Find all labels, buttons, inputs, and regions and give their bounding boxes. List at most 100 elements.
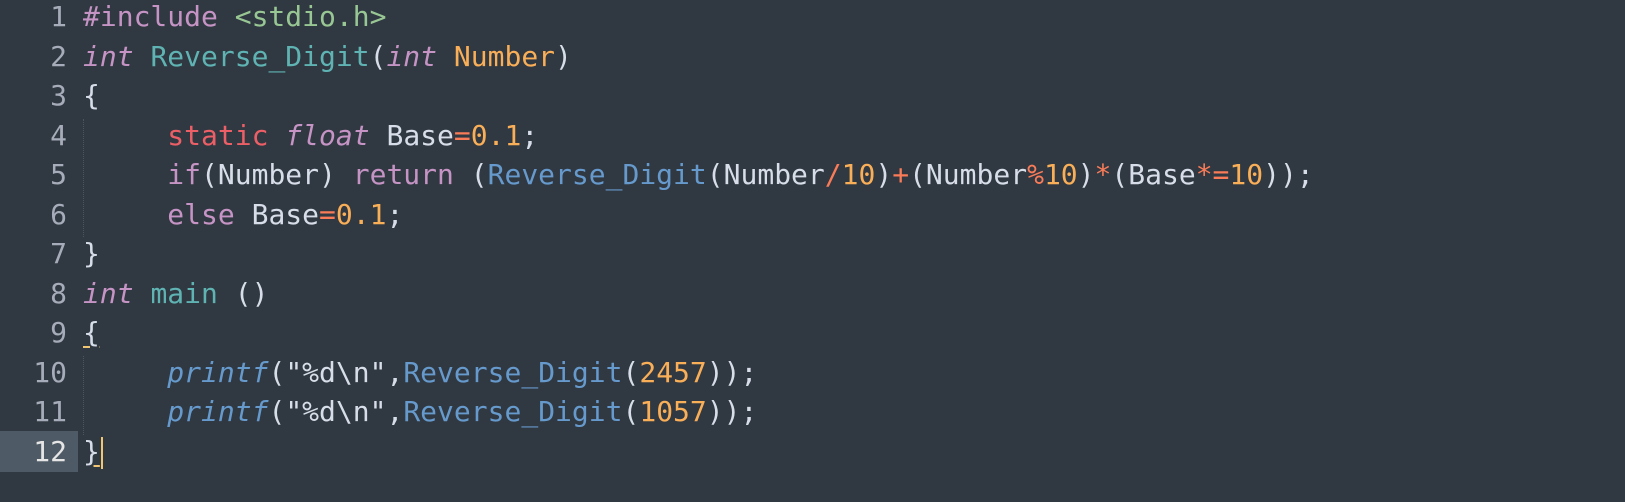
code-token: ; xyxy=(386,197,404,231)
code-text[interactable]: if(Number) return (Reverse_Digit(Number/… xyxy=(78,154,1314,195)
line-number: 5 xyxy=(50,158,67,191)
code-text[interactable]: static float Base=0.1; xyxy=(78,115,538,156)
code-token: 10 xyxy=(1229,158,1264,191)
code-token: 0.1 xyxy=(335,197,387,231)
code-token: else xyxy=(167,197,235,231)
code-token: main xyxy=(150,276,218,310)
code-token: = xyxy=(453,118,471,152)
text-cursor xyxy=(100,436,103,469)
code-token: *= xyxy=(1195,158,1230,191)
code-line[interactable]: 5 if(Number) return (Reverse_Digit(Numbe… xyxy=(0,154,1625,195)
code-line[interactable]: 3{ xyxy=(0,75,1625,116)
code-token: "%d\n" xyxy=(285,395,387,428)
code-text[interactable]: { xyxy=(78,75,100,116)
line-number: 8 xyxy=(50,276,67,310)
code-line[interactable]: 10 printf("%d\n",Reverse_Digit(2457)); xyxy=(0,352,1625,393)
code-token: Reverse_Digit xyxy=(150,39,370,73)
code-text[interactable]: { xyxy=(78,312,100,353)
code-token: , xyxy=(386,395,404,428)
code-token: Base xyxy=(234,197,320,231)
code-line[interactable]: 9{ xyxy=(0,312,1625,353)
code-token: static xyxy=(167,118,269,152)
code-token: 1057 xyxy=(639,395,707,428)
line-number: 10 xyxy=(33,355,67,389)
code-line[interactable]: 12} xyxy=(0,430,1625,472)
code-line[interactable]: 6 else Base=0.1; xyxy=(0,194,1625,235)
code-text[interactable]: else Base=0.1; xyxy=(78,194,403,235)
code-token: { xyxy=(83,316,100,349)
code-token: )); xyxy=(706,355,758,389)
code-token: + xyxy=(892,158,910,191)
code-token: )); xyxy=(706,395,758,428)
code-line[interactable]: 11 printf("%d\n",Reverse_Digit(1057)); xyxy=(0,391,1625,432)
code-token: 2457 xyxy=(639,355,707,389)
code-text[interactable]: #include <stdio.h> xyxy=(78,0,386,37)
code-token: ( xyxy=(268,395,286,428)
code-token: ) xyxy=(555,39,572,73)
code-text[interactable]: printf("%d\n",Reverse_Digit(1057)); xyxy=(78,391,757,432)
code-token: ( xyxy=(622,355,640,389)
code-token: int xyxy=(83,39,134,73)
line-number: 12 xyxy=(0,430,78,472)
code-editor[interactable]: 1 #include <stdio.h> 2 int Reverse_Digit(in… xyxy=(0,0,1625,502)
code-token: } xyxy=(83,237,100,270)
code-token: ) xyxy=(875,158,893,191)
code-token: return xyxy=(352,158,454,191)
code-token: % xyxy=(1027,158,1044,191)
line-number: 2 xyxy=(50,39,67,73)
code-text[interactable]: } xyxy=(78,233,100,274)
code-token: printf xyxy=(167,395,269,428)
code-token: { xyxy=(83,79,100,112)
code-token: if xyxy=(167,158,202,191)
code-text[interactable]: int main () xyxy=(78,273,268,314)
code-token: float xyxy=(285,118,370,152)
code-token: = xyxy=(319,197,336,231)
code-text[interactable]: printf("%d\n",Reverse_Digit(2457)); xyxy=(78,352,757,393)
code-token: )); xyxy=(1263,158,1314,191)
code-line[interactable]: 1 #include <stdio.h> xyxy=(0,0,1625,37)
code-text[interactable]: } xyxy=(78,431,103,472)
code-token: ; xyxy=(521,118,539,152)
code-token: int xyxy=(83,276,134,310)
line-number: 6 xyxy=(50,197,67,231)
code-token: #include xyxy=(83,0,218,33)
code-text[interactable]: int Reverse_Digit(int Number) xyxy=(78,36,572,77)
line-number: 3 xyxy=(50,79,67,112)
code-token: (Number xyxy=(706,158,825,191)
code-token: <stdio.h> xyxy=(234,0,387,33)
code-token: / xyxy=(824,158,842,191)
code-token: Reverse_Digit xyxy=(403,355,623,389)
line-number: 4 xyxy=(50,118,67,152)
code-token: 0.1 xyxy=(470,118,522,152)
code-line[interactable]: 8 int main () xyxy=(0,273,1625,314)
code-token: int xyxy=(386,39,438,73)
code-line[interactable]: 2 int Reverse_Digit(int Number) xyxy=(0,36,1625,77)
line-number: 9 xyxy=(50,316,67,349)
code-token: "%d\n" xyxy=(285,355,387,389)
code-token: ( xyxy=(369,39,387,73)
code-token: ( xyxy=(268,355,286,389)
code-token: () xyxy=(217,276,269,310)
line-number: 1 xyxy=(50,0,67,33)
code-token: 10 xyxy=(1043,158,1078,191)
code-line[interactable]: 4 static float Base=0.1; xyxy=(0,115,1625,156)
code-line[interactable]: 7} xyxy=(0,233,1625,274)
code-token: Base xyxy=(386,118,454,152)
code-token: (Number xyxy=(909,158,1028,191)
line-number: 7 xyxy=(50,237,67,270)
code-token: , xyxy=(386,355,404,389)
code-token: Reverse_Digit xyxy=(487,158,707,191)
code-token: * xyxy=(1094,158,1112,191)
code-token: (Number) xyxy=(201,158,353,191)
